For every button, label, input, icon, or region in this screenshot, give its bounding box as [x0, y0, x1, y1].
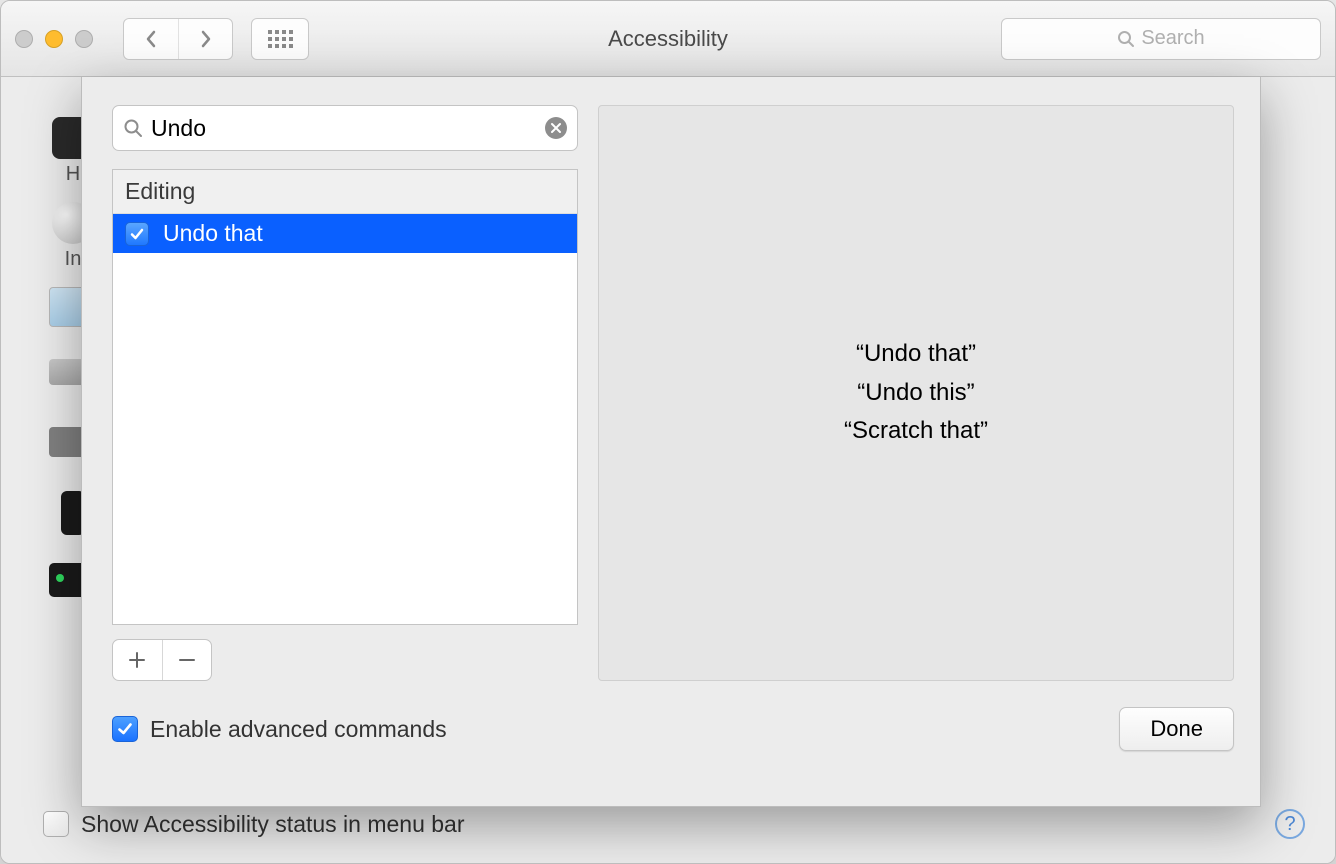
check-icon: [129, 226, 145, 242]
question-mark-icon: ?: [1284, 813, 1295, 836]
content-area: H In: [1, 77, 1335, 863]
chevron-right-icon: [199, 30, 213, 48]
done-button[interactable]: Done: [1119, 707, 1234, 751]
search-icon: [123, 118, 143, 138]
x-icon: [550, 122, 562, 134]
list-item-label: Undo that: [163, 220, 263, 247]
sidebar-section-interacting-initial: In: [65, 248, 82, 271]
zoom-window-button[interactable]: [75, 30, 93, 48]
minus-icon: [178, 651, 196, 669]
phrase-line: “Undo that”: [844, 335, 988, 373]
grid-icon: [268, 30, 293, 48]
enable-advanced-commands-option[interactable]: Enable advanced commands: [112, 716, 447, 743]
help-button[interactable]: ?: [1275, 809, 1305, 839]
chevron-left-icon: [144, 30, 158, 48]
back-button[interactable]: [124, 19, 178, 59]
toolbar-search-field[interactable]: Search: [1001, 18, 1321, 60]
remove-command-button[interactable]: [162, 640, 212, 680]
footer-row: Show Accessibility status in menu bar ?: [43, 809, 1305, 839]
plus-icon: [128, 651, 146, 669]
forward-button[interactable]: [178, 19, 232, 59]
window-traffic-lights: [15, 30, 93, 48]
add-command-button[interactable]: [113, 640, 162, 680]
show-status-label: Show Accessibility status in menu bar: [81, 811, 465, 838]
enable-advanced-checkbox[interactable]: [112, 716, 138, 742]
list-item-checkbox[interactable]: [125, 222, 149, 246]
list-section-header: Editing: [113, 170, 577, 214]
nav-buttons-group: [123, 18, 233, 60]
command-phrases: “Undo that” “Undo this” “Scratch that”: [844, 335, 988, 450]
commands-search-input[interactable]: [143, 115, 545, 142]
sidebar-section-hearing-initial: H: [66, 163, 80, 186]
minimize-window-button[interactable]: [45, 30, 63, 48]
clear-search-button[interactable]: [545, 117, 567, 139]
check-icon: [116, 720, 134, 738]
phrase-line: “Undo this”: [844, 374, 988, 412]
list-item-undo-that[interactable]: Undo that: [113, 214, 577, 253]
enable-advanced-label: Enable advanced commands: [150, 716, 447, 743]
close-window-button[interactable]: [15, 30, 33, 48]
phrase-line: “Scratch that”: [844, 412, 988, 450]
search-icon: [1117, 30, 1135, 48]
show-status-checkbox[interactable]: [43, 811, 69, 837]
commands-list[interactable]: Editing Undo that: [112, 169, 578, 625]
show-all-prefs-button[interactable]: [251, 18, 309, 60]
commands-sheet: Editing Undo that: [81, 77, 1261, 807]
show-status-option[interactable]: Show Accessibility status in menu bar: [43, 811, 465, 838]
titlebar: Accessibility Search: [1, 1, 1335, 77]
command-preview-panel: “Undo that” “Undo this” “Scratch that”: [598, 105, 1234, 681]
add-remove-buttons: [112, 639, 212, 681]
toolbar-search-placeholder: Search: [1141, 27, 1204, 50]
commands-search-field[interactable]: [112, 105, 578, 151]
accessibility-window: Accessibility Search H In: [0, 0, 1336, 864]
